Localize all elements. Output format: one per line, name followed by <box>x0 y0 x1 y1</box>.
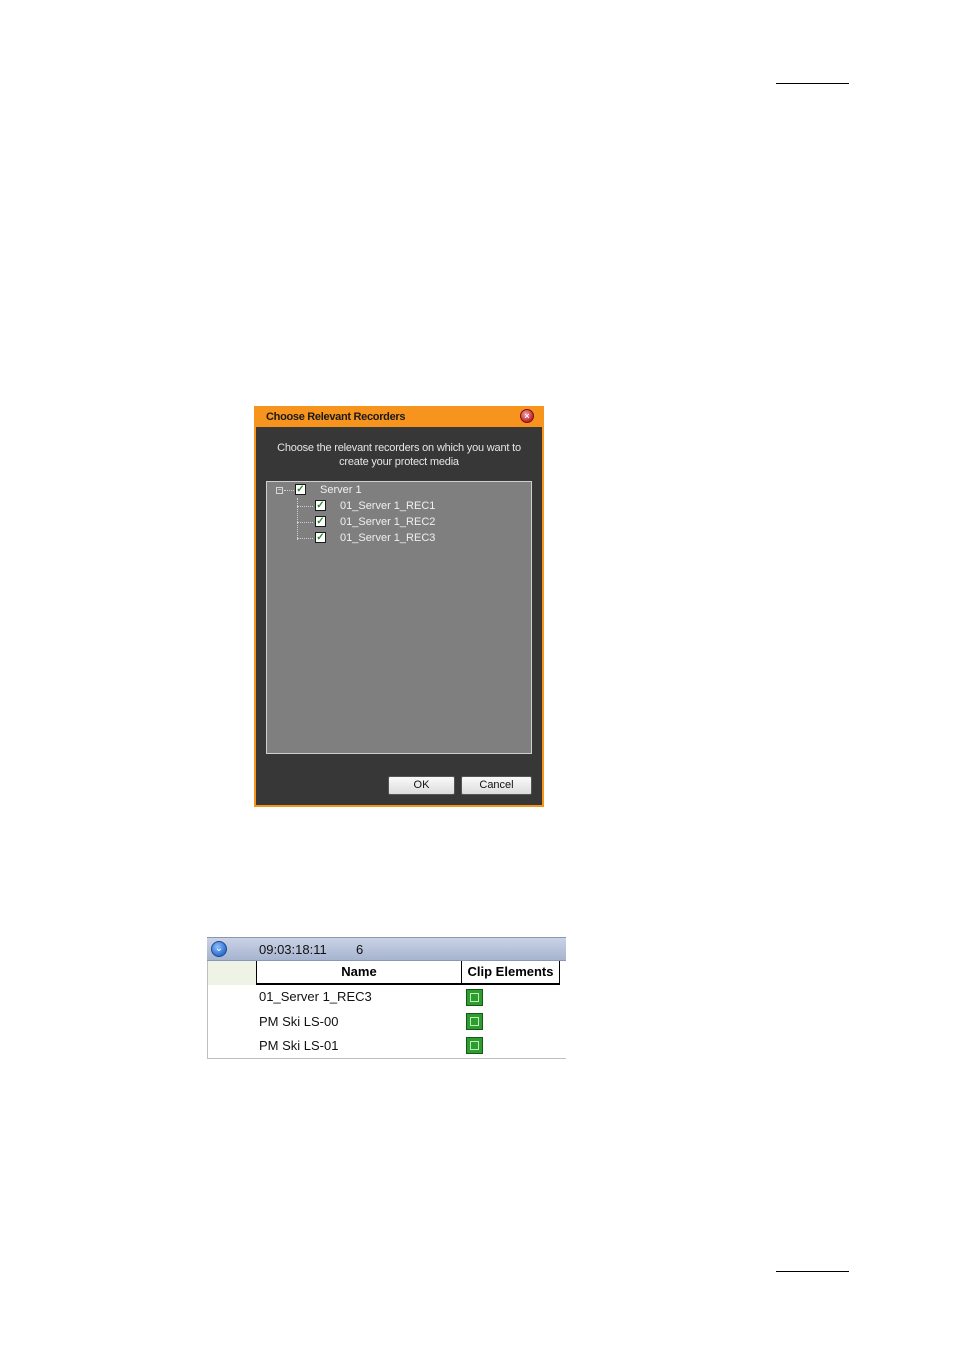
tree-node-label: 01_Server 1_REC1 <box>340 500 436 512</box>
dialog-title: Choose Relevant Recorders <box>266 411 406 423</box>
column-header-clip-elements[interactable]: Clip Elements <box>462 961 560 985</box>
clip-element-icon[interactable] <box>466 1037 483 1054</box>
close-icon[interactable]: × <box>520 409 534 423</box>
rec1-checkbox[interactable]: ✓ <box>315 500 326 511</box>
choose-recorders-dialog: Choose Relevant Recorders × Choose the r… <box>254 406 544 807</box>
clip-element-icon[interactable] <box>466 1013 483 1030</box>
rec2-checkbox[interactable]: ✓ <box>315 516 326 527</box>
clip-element-icon[interactable] <box>466 989 483 1006</box>
tree-node-label: Server 1 <box>320 484 362 496</box>
column-header-name[interactable]: Name <box>256 961 462 985</box>
tree-node-rec2[interactable]: ✓ 01_Server 1_REC2 <box>267 516 531 532</box>
clip-name[interactable]: 01_Server 1_REC3 <box>259 989 372 1004</box>
cancel-button[interactable]: Cancel <box>461 776 532 795</box>
clip-group-header[interactable]: ⌄ 09:03:18:11 6 <box>207 937 566 961</box>
header-rule <box>776 83 849 84</box>
footer-rule <box>776 1271 849 1272</box>
table-bottom-border <box>207 1058 566 1059</box>
instruction-text: Choose the relevant recorders on which y… <box>277 442 521 468</box>
rec3-checkbox[interactable]: ✓ <box>315 532 326 543</box>
tree-node-label: 01_Server 1_REC2 <box>340 516 436 528</box>
row-gutter <box>207 961 256 1059</box>
timecode: 09:03:18:11 <box>259 942 327 957</box>
clip-count: 6 <box>356 942 364 957</box>
ok-button[interactable]: OK <box>388 776 455 795</box>
dialog-body: Choose the relevant recorders on which y… <box>256 427 542 805</box>
clip-list: ⌄ 09:03:18:11 6 Name Clip Elements 01_Se… <box>207 937 566 1059</box>
collapse-icon[interactable]: − <box>276 487 283 494</box>
tree-node-server-1[interactable]: − ✓ Server 1 <box>267 484 531 500</box>
recorder-tree: − ✓ Server 1 ✓ 01_Server 1_REC1 ✓ 01_Ser… <box>266 481 532 754</box>
clip-name[interactable]: PM Ski LS-01 <box>259 1038 338 1053</box>
tree-node-label: 01_Server 1_REC3 <box>340 532 436 544</box>
clip-name[interactable]: PM Ski LS-00 <box>259 1014 338 1029</box>
server-1-checkbox[interactable]: ✓ <box>295 484 306 495</box>
tree-node-rec3[interactable]: ✓ 01_Server 1_REC3 <box>267 532 531 548</box>
tree-node-rec1[interactable]: ✓ 01_Server 1_REC1 <box>267 500 531 516</box>
collapse-icon[interactable]: ⌄ <box>211 941 227 957</box>
